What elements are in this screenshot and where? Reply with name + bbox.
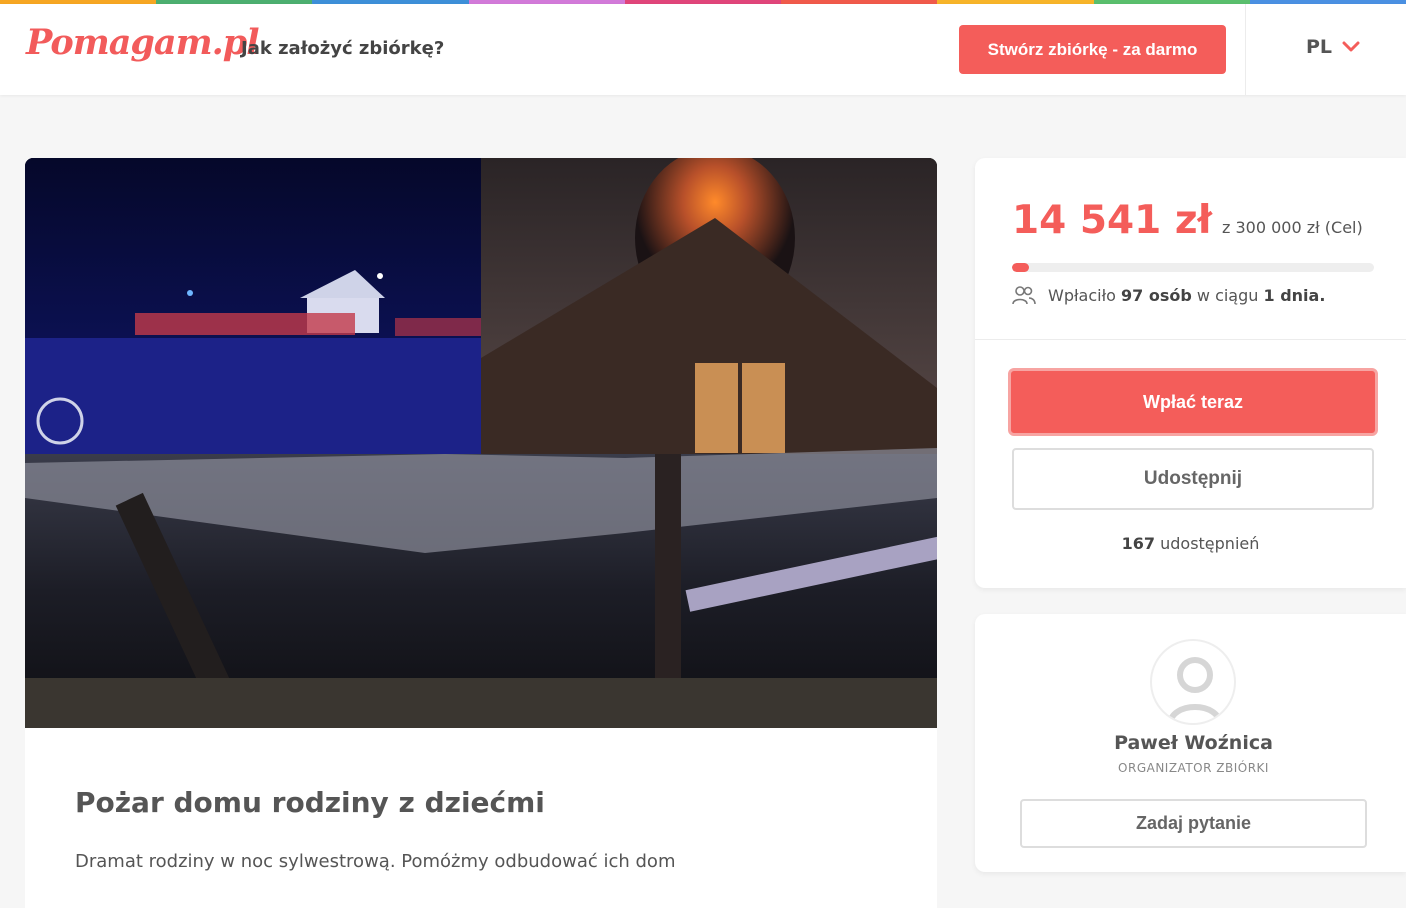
photo-siren-light xyxy=(377,273,383,279)
donors-prefix: Wpłaciło xyxy=(1048,285,1116,305)
create-fundraiser-button[interactable]: Stwórz zbiórkę - za darmo xyxy=(959,25,1226,74)
donors-info: Wpłaciło 97 osób w ciągu 1 dnia. xyxy=(1012,285,1325,305)
header-divider xyxy=(1245,4,1246,95)
avatar xyxy=(1150,639,1236,725)
campaign-subtitle: Dramat rodziny w noc sylwestrową. Pomóżm… xyxy=(75,851,676,872)
donors-count: 97 osób xyxy=(1121,285,1192,305)
photo-fire-truck-right xyxy=(395,318,481,336)
goal-amount: z 300 000 zł (Cel) xyxy=(1222,218,1363,237)
donors-period: 1 dnia. xyxy=(1263,285,1326,305)
photo-debris xyxy=(25,678,937,728)
raised-amount: 14 541 zł xyxy=(1012,198,1213,243)
photo-siren-light xyxy=(187,290,193,296)
campaign-title-card: Pożar domu rodziny z dziećmi Dramat rodz… xyxy=(25,728,937,908)
amount-row: 14 541 zł z 300 000 zł (Cel) xyxy=(1012,198,1363,243)
organizer-name[interactable]: Paweł Woźnica xyxy=(975,732,1406,754)
user-icon xyxy=(1167,657,1223,723)
photo-field xyxy=(25,338,481,454)
donate-now-button[interactable]: Wpłać teraz xyxy=(1008,368,1378,436)
share-count-number: 167 xyxy=(1121,534,1156,553)
campaign-title: Pożar domu rodziny z dziećmi xyxy=(75,786,545,819)
photo-fire-trucks xyxy=(135,313,355,335)
donors-mid: w ciągu xyxy=(1196,285,1259,305)
ask-question-button[interactable]: Zadaj pytanie xyxy=(1020,799,1367,848)
chevron-down-icon xyxy=(1342,41,1360,52)
progress-bar xyxy=(1012,263,1374,272)
campaign-photo-collage xyxy=(25,158,937,728)
donors-text: Wpłaciło 97 osób w ciągu 1 dnia. xyxy=(1048,286,1325,305)
card-divider xyxy=(975,339,1406,340)
how-to-create-link[interactable]: Jak założyć zbiórkę? xyxy=(241,38,444,59)
site-logo[interactable]: Pomagam.pl xyxy=(26,22,260,63)
donation-card: 14 541 zł z 300 000 zł (Cel) Wpłaciło 97… xyxy=(975,158,1406,588)
progress-fill xyxy=(1012,263,1030,272)
share-count: 167 udostępnień xyxy=(975,534,1406,553)
organizer-role: ORGANIZATOR ZBIÓRKI xyxy=(1118,761,1269,775)
language-label: PL xyxy=(1306,36,1333,58)
organizer-card: Paweł Woźnica ORGANIZATOR ZBIÓRKI Zadaj … xyxy=(975,614,1406,872)
share-count-label: udostępnień xyxy=(1160,534,1260,553)
site-header: Pomagam.pl Jak założyć zbiórkę? Stwórz z… xyxy=(0,4,1406,95)
share-button[interactable]: Udostępnij xyxy=(1012,448,1374,510)
people-icon xyxy=(1012,286,1036,305)
language-selector[interactable]: PL xyxy=(1306,36,1360,58)
